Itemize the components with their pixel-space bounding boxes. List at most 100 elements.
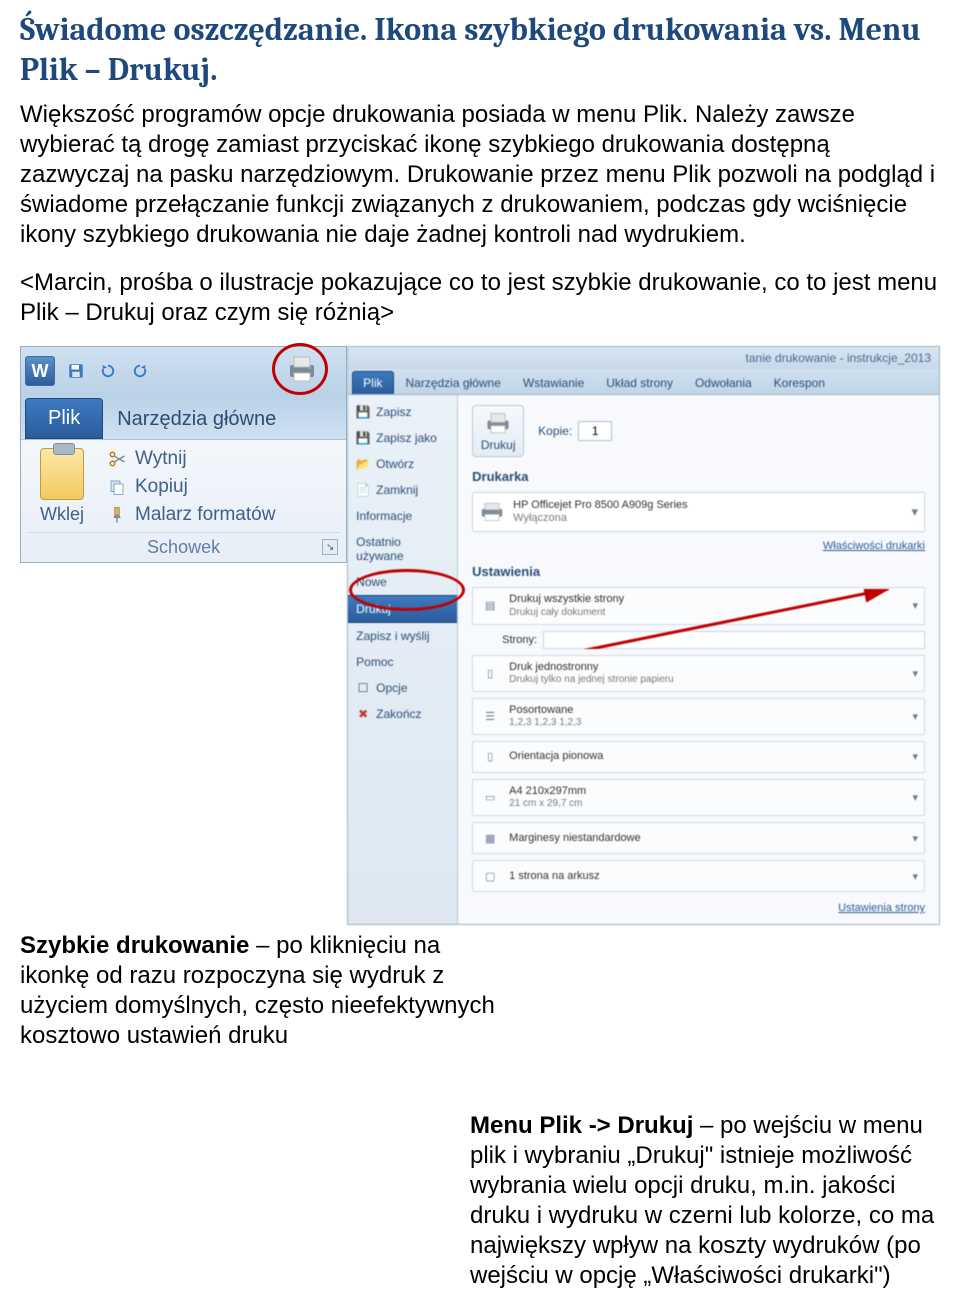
setting-orientation-title: Orientacja pionowa [509, 750, 603, 763]
margins-icon: ▦ [479, 828, 501, 848]
nav-ostatnio: Ostatnio używane [348, 529, 457, 569]
page-setup-link: Ustawienia strony [472, 902, 925, 914]
format-painter-label: Malarz formatów [135, 504, 275, 526]
backstage-nav: 💾 Zapisz 💾 Zapisz jako 📂 Otwórz 📄 Zamknij In… [348, 395, 458, 924]
screenshot-file-print: tanie drukowanie - instrukcje_2013 Plik … [347, 346, 940, 925]
paragraph-1: Większość programów opcje drukowania pos… [20, 100, 940, 250]
setting-one-sided-title: Druk jednostronny [509, 661, 674, 674]
scissors-icon [107, 449, 127, 469]
chevron-down-icon: ▾ [912, 870, 918, 883]
pages-range-input [543, 631, 925, 649]
chevron-down-icon: ▾ [912, 750, 918, 763]
undo-icon [97, 360, 119, 382]
setting-print-all-title: Drukuj wszystkie strony [509, 593, 624, 606]
chevron-down-icon: ▾ [912, 710, 918, 723]
setting-orientation: ▯ Orientacja pionowa ▾ [472, 741, 925, 773]
copy-label: Kopiuj [135, 476, 188, 498]
nav-zapisz-wyslij: Zapisz i wyślij [348, 623, 457, 649]
options-icon: ☐ [356, 681, 370, 695]
nav-opcje-label: Opcje [376, 681, 407, 695]
word-app-icon: W [25, 356, 55, 386]
cut-label: Wytnij [135, 448, 187, 470]
setting-margins: ▦ Marginesy niestandardowe ▾ [472, 822, 925, 854]
nav-zapisz: 💾 Zapisz [348, 399, 457, 425]
nav-informacje: Informacje [348, 503, 457, 529]
nav-zamknij-label: Zamknij [376, 483, 418, 497]
chevron-down-icon: ▾ [912, 599, 918, 612]
setting-collated-sub: 1,2,3 1,2,3 1,2,3 [509, 717, 581, 729]
caption-right: Menu Plik -> Drukuj – po wejściu w menu … [470, 1111, 940, 1291]
nav-zakoncz: ✖Zakończ [348, 701, 457, 727]
pages-range-label: Strony: [502, 634, 537, 646]
redo-icon [129, 360, 151, 382]
printer-properties-link: Właściwości drukarki [472, 540, 925, 552]
chevron-down-icon: ▾ [911, 504, 918, 520]
caption-left-bold: Szybkie drukowanie [20, 932, 249, 959]
paste-label: Wklej [27, 504, 97, 525]
print-big-label: Drukuj [481, 438, 516, 452]
setting-one-sided-sub: Drukuj tylko na jednej stronie papieru [509, 674, 674, 686]
nav-zapisz-wyslij-label: Zapisz i wyślij [356, 629, 429, 643]
tab-korespondencja: Korespon [764, 372, 835, 394]
caption-right-bold: Menu Plik -> Drukuj [470, 1112, 693, 1139]
chevron-down-icon: ▾ [912, 667, 918, 680]
setting-pages-per-sheet: ▢ 1 strona na arkusz ▾ [472, 860, 925, 892]
nav-drukuj-label: Drukuj [356, 602, 391, 616]
sheet-icon: ▢ [479, 866, 501, 886]
window-titlebar: tanie drukowanie - instrukcje_2013 [348, 347, 939, 369]
copies-label: Kopie: [538, 424, 572, 438]
nav-otworz: 📂 Otwórz [348, 451, 457, 477]
setting-print-all: ▤ Drukuj wszystkie stronyDrukuj cały dok… [472, 587, 925, 624]
nav-drukuj: Drukuj [348, 595, 457, 623]
tab-plik-r: Plik [352, 371, 393, 394]
pages-icon: ▤ [479, 596, 501, 616]
format-painter-button: Malarz formatów [107, 504, 275, 526]
nav-zamknij: 📄 Zamknij [348, 477, 457, 503]
setting-papersize-title: A4 210x297mm [509, 785, 586, 798]
nav-nowe: Nowe [348, 569, 457, 595]
setting-print-all-sub: Drukuj cały dokument [509, 607, 624, 619]
pages-range-row: Strony: [502, 631, 925, 649]
paper-icon: ▭ [479, 788, 501, 808]
nav-zakoncz-label: Zakończ [376, 707, 421, 721]
quick-print-icon [284, 351, 320, 387]
copy-button: Kopiuj [107, 476, 275, 498]
copies-input [578, 421, 612, 441]
nav-pomoc: Pomoc [348, 649, 457, 675]
save-icon: 💾 [356, 405, 370, 419]
paintbrush-icon [107, 505, 127, 525]
nav-informacje-label: Informacje [356, 509, 412, 523]
cut-button: Wytnij [107, 448, 275, 470]
setting-one-sided: ▯ Druk jednostronnyDrukuj tylko na jedne… [472, 655, 925, 692]
nav-zapisz-label: Zapisz [376, 405, 411, 419]
portrait-icon: ▯ [479, 747, 501, 767]
saveas-icon: 💾 [356, 431, 370, 445]
nav-ostatnio-label: Ostatnio używane [356, 535, 449, 563]
tab-narzedzia-glowne: Narzędzia główne [103, 400, 290, 439]
copy-icon [107, 477, 127, 497]
chevron-down-icon: ▾ [912, 832, 918, 845]
folder-open-icon: 📂 [356, 457, 370, 471]
tab-uklad: Układ strony [596, 372, 683, 394]
clipboard-group-label: Schowek [147, 537, 220, 557]
screenshot-quickprint: W Plik Narzędzia główne [20, 346, 347, 563]
tab-home-r: Narzędzia główne [396, 372, 511, 394]
printer-icon [484, 410, 512, 438]
nav-zapisz-jako-label: Zapisz jako [376, 431, 437, 445]
tab-plik: Plik [25, 398, 103, 439]
chevron-down-icon: ▾ [912, 791, 918, 804]
setting-papersize: ▭ A4 210x297mm21 cm x 29,7 cm ▾ [472, 779, 925, 816]
nav-otworz-label: Otwórz [376, 457, 414, 471]
close-doc-icon: 📄 [356, 483, 370, 497]
page-title: Świadome oszczędzanie. Ikona szybkiego d… [20, 10, 940, 90]
save-icon [65, 360, 87, 382]
screenshots-row: W Plik Narzędzia główne [20, 346, 940, 925]
nav-opcje: ☐ Opcje [348, 675, 457, 701]
nav-pomoc-label: Pomoc [356, 655, 393, 669]
caption-left: Szybkie drukowanie – po kliknięciu na ik… [20, 931, 500, 1051]
tab-odwolania: Odwołania [685, 372, 762, 394]
printer-section-label: Drukarka [472, 469, 925, 484]
printer-device-icon [479, 501, 505, 523]
printer-name: HP Officejet Pro 8500 A909g Series [513, 499, 687, 512]
printer-selector: HP Officejet Pro 8500 A909g Series Wyłąc… [472, 492, 925, 532]
